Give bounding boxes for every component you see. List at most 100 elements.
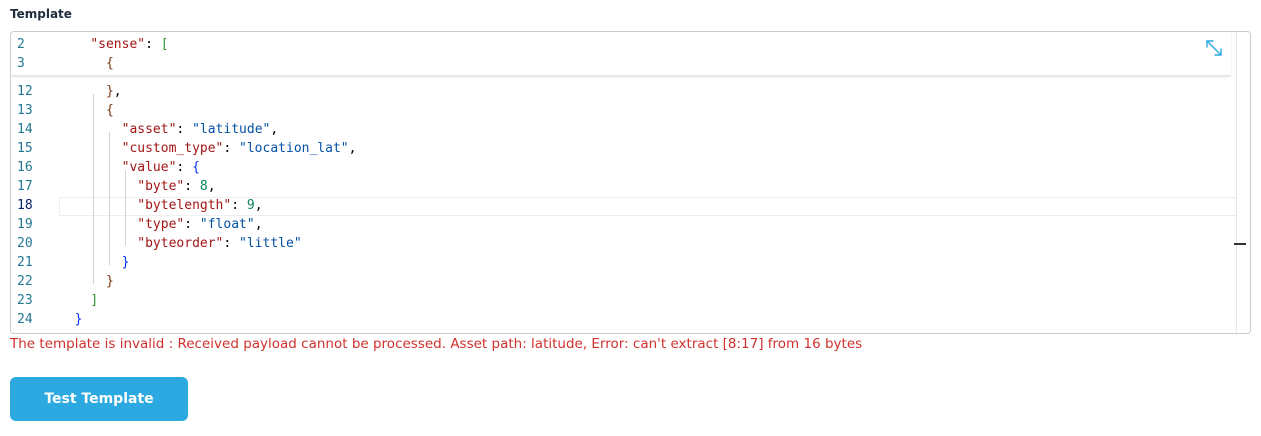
indent-guide <box>93 94 94 284</box>
line-number: 22 <box>17 274 33 289</box>
line-number: 14 <box>17 122 33 137</box>
code-line[interactable]: 3 { <box>11 54 1241 73</box>
code-text[interactable]: "type": "float", <box>59 215 263 234</box>
line-number: 18 <box>17 198 33 213</box>
line-number: 16 <box>17 160 33 175</box>
code-token: "latitude" <box>192 122 271 137</box>
code-line[interactable]: 17 "byte": 8, <box>11 177 1241 196</box>
indent-guide <box>109 132 110 265</box>
code-token: { <box>105 103 114 118</box>
code-token: { <box>105 56 114 71</box>
code-line[interactable]: 19 "type": "float", <box>11 215 1241 234</box>
code-token: , <box>207 179 216 194</box>
line-number: 20 <box>17 236 33 251</box>
code-token: 9 <box>246 198 255 213</box>
code-line[interactable]: 2 "sense": [ <box>11 35 1241 54</box>
code-text[interactable]: } <box>59 253 130 272</box>
line-number: 21 <box>17 255 33 270</box>
code-text[interactable]: "byteorder": "little" <box>59 234 301 253</box>
code-token: : <box>176 122 193 137</box>
code-token: "float" <box>199 217 255 232</box>
line-number: 24 <box>17 312 33 327</box>
code-token: { <box>192 160 200 175</box>
code-token: "bytelength" <box>137 198 232 213</box>
code-token: , <box>113 84 122 99</box>
code-text[interactable]: "asset": "latitude", <box>59 120 279 139</box>
code-text[interactable]: { <box>59 101 114 120</box>
code-token: "location_lat" <box>239 141 349 156</box>
code-token: : <box>223 236 240 251</box>
code-line[interactable]: 22 } <box>11 272 1241 291</box>
code-token: "asset" <box>121 122 177 137</box>
line-number: 17 <box>17 179 33 194</box>
code-line[interactable]: 23 ] <box>11 291 1241 310</box>
code-token: "byte" <box>137 179 185 194</box>
template-label: Template <box>10 7 72 21</box>
code-text[interactable]: }, <box>59 82 122 101</box>
code-line[interactable]: 12 }, <box>11 82 1241 101</box>
vertical-scrollbar[interactable] <box>1234 32 1250 333</box>
code-token: , <box>270 122 279 137</box>
code-token: } <box>74 312 83 327</box>
code-text[interactable]: "sense": [ <box>59 35 169 54</box>
code-text[interactable]: ] <box>59 291 98 310</box>
code-token: : <box>231 198 247 213</box>
code-editor[interactable]: 2 "sense": [3 { 11 12 },13 {14 "asset": … <box>10 31 1251 334</box>
line-number: 19 <box>17 217 33 232</box>
indent-guide <box>125 170 126 246</box>
code-line[interactable]: 16 "value": { <box>11 158 1241 177</box>
code-token: , <box>254 217 263 232</box>
test-template-button[interactable]: Test Template <box>10 377 188 421</box>
code-token: } <box>105 84 114 99</box>
sticky-scroll-header: 2 "sense": [3 { <box>11 32 1231 75</box>
line-number: 15 <box>17 141 33 156</box>
code-token: } <box>105 274 114 289</box>
code-token: ] <box>90 293 99 308</box>
code-line[interactable]: 20 "byteorder": "little" <box>11 234 1241 253</box>
expand-arrows-icon[interactable] <box>1204 38 1224 58</box>
code-token: , <box>348 141 357 156</box>
code-text[interactable]: "value": { <box>59 158 200 177</box>
code-token: } <box>121 255 130 270</box>
code-text[interactable]: "byte": 8, <box>59 177 216 196</box>
code-token: "byteorder" <box>137 236 224 251</box>
code-text[interactable]: { <box>59 54 114 73</box>
code-token: "custom_type" <box>121 141 224 156</box>
line-number: 23 <box>17 293 33 308</box>
code-line[interactable]: 21 } <box>11 253 1241 272</box>
code-text[interactable]: "custom_type": "location_lat", <box>59 139 357 158</box>
code-line[interactable]: 15 "custom_type": "location_lat", <box>11 139 1241 158</box>
code-line[interactable]: 13 { <box>11 101 1241 120</box>
code-text[interactable]: } <box>59 310 83 329</box>
code-line[interactable]: 24 } <box>11 310 1241 329</box>
code-token: : <box>145 37 161 52</box>
code-token: 8 <box>199 179 208 194</box>
code-token: , <box>254 198 263 213</box>
code-token: "type" <box>137 217 185 232</box>
line-number: 3 <box>17 56 25 71</box>
line-number: 11 <box>17 75 33 78</box>
code-line[interactable]: 14 "asset": "latitude", <box>11 120 1241 139</box>
validation-error-message: The template is invalid : Received paylo… <box>10 336 863 352</box>
code-token: : <box>223 141 240 156</box>
code-text[interactable]: } <box>59 272 114 291</box>
partially-hidden-line: 11 <box>11 75 71 79</box>
scrollbar-position-marker <box>1234 243 1246 245</box>
line-number: 13 <box>17 103 33 118</box>
line-number: 12 <box>17 84 33 99</box>
code-token: "value" <box>121 160 177 175</box>
code-line[interactable]: 18 "bytelength": 9, <box>11 196 1241 215</box>
code-text[interactable]: "bytelength": 9, <box>59 196 263 215</box>
code-token: : <box>184 217 200 232</box>
code-token: [ <box>160 37 169 52</box>
